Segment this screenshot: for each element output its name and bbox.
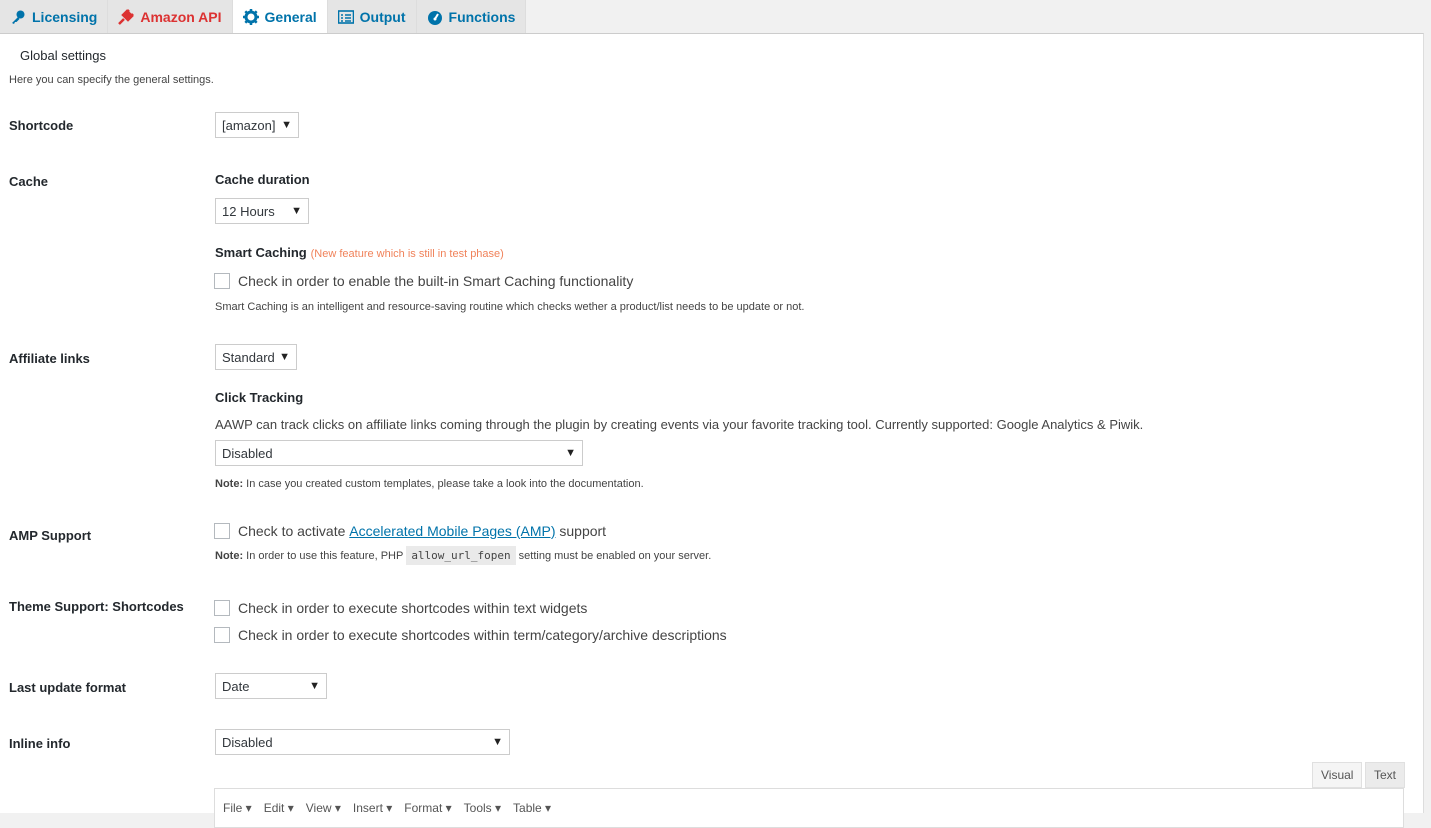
chevron-down-icon: ▼ [565, 447, 576, 459]
click-tracking-label: Click Tracking [215, 390, 304, 405]
affiliate-links-label: Affiliate links [9, 351, 90, 366]
tab-functions[interactable]: Functions [416, 0, 527, 34]
inline-info-select[interactable]: Disabled ▼ [215, 729, 510, 755]
select-value: Standard [222, 349, 275, 365]
list-icon [337, 9, 354, 24]
inline-info-label: Inline info [9, 736, 71, 751]
tab-label: Amazon API [140, 8, 222, 25]
cache-duration-select[interactable]: 12 Hours ▼ [215, 198, 309, 224]
click-tracking-select[interactable]: Disabled ▼ [215, 440, 583, 466]
tab-label: Licensing [32, 8, 98, 25]
widget-shortcodes-checkbox[interactable] [214, 600, 230, 616]
tab-output[interactable]: Output [327, 0, 417, 34]
plug-icon [118, 8, 135, 25]
menu-label: Format [404, 801, 443, 815]
menu-label: View [305, 801, 332, 815]
amp-option: Check to activate Accelerated Mobile Pag… [214, 523, 606, 539]
tab-label: General [264, 8, 317, 25]
menu-label: Edit [263, 801, 285, 815]
tab-label: Functions [448, 8, 516, 25]
amp-note: Note: In order to use this feature, PHP a… [215, 546, 712, 565]
shortcode-label: Shortcode [9, 118, 74, 133]
menu-insert[interactable]: Insert ▾ [353, 801, 392, 815]
smart-caching-label: Smart Caching [215, 245, 307, 260]
menu-file[interactable]: File ▾ [223, 801, 252, 815]
tab-amazon-api[interactable]: Amazon API [108, 0, 233, 34]
chevron-down-icon: ▼ [309, 680, 320, 692]
term-shortcodes-checkbox[interactable] [214, 627, 230, 643]
amp-link[interactable]: Accelerated Mobile Pages (AMP) [349, 523, 555, 539]
tab-label: Output [359, 8, 406, 25]
widget-shortcodes-option: Check in order to execute shortcodes wit… [214, 600, 587, 616]
dashboard-icon [427, 10, 442, 25]
menu-format[interactable]: Format ▾ [404, 801, 451, 815]
editor-menubar: File ▾ Edit ▾ View ▾ Insert ▾ Format ▾ T… [214, 788, 1404, 828]
menu-label: Table [513, 801, 542, 815]
checkbox-label-suffix: support [559, 523, 607, 539]
smart-caching-option: Check in order to enable the built-in Sm… [214, 273, 633, 289]
checkbox-label: Check to activate [238, 523, 346, 539]
affiliate-links-select[interactable]: Standard ▼ [215, 344, 297, 370]
note-text: In order to use this feature, PHP [246, 550, 404, 562]
menu-label: Insert [352, 801, 383, 815]
menu-view[interactable]: View ▾ [306, 801, 341, 815]
chevron-down-icon: ▼ [492, 736, 503, 748]
last-update-label: Last update format [9, 680, 127, 695]
select-value: Date [222, 678, 250, 694]
chevron-down-icon: ▼ [281, 119, 292, 131]
key-icon [12, 10, 25, 24]
editor-text-tab[interactable]: Text [1365, 762, 1406, 788]
editor-visual-tab[interactable]: Visual [1312, 762, 1363, 788]
last-update-select[interactable]: Date ▼ [215, 673, 327, 699]
intro-text: Here you can specify the general setting… [9, 74, 214, 86]
tab-licensing[interactable]: Licensing [0, 0, 109, 34]
note-prefix: Note: [215, 478, 244, 490]
amp-support-label: AMP Support [9, 528, 92, 543]
click-tracking-description: AAWP can track clicks on affiliate links… [215, 417, 1144, 432]
menu-table[interactable]: Table ▾ [513, 801, 551, 815]
chevron-down-icon: ▼ [291, 205, 302, 217]
smart-caching-checkbox[interactable] [214, 273, 230, 289]
note-prefix: Note: [215, 550, 244, 562]
gear-icon [242, 8, 259, 25]
theme-support-label: Theme Support: Shortcodes [9, 599, 184, 614]
term-shortcodes-option: Check in order to execute shortcodes wit… [214, 627, 727, 643]
note-text: In case you created custom templates, pl… [246, 478, 644, 490]
note-text-suffix: setting must be enabled on your server. [518, 550, 712, 562]
menu-label: File [223, 801, 243, 815]
smart-caching-description: Smart Caching is an intelligent and reso… [215, 301, 805, 313]
chevron-down-icon: ▼ [279, 351, 290, 363]
menu-edit[interactable]: Edit ▾ [264, 801, 294, 815]
php-setting-code: allow_url_fopen [406, 546, 516, 565]
select-value: Disabled [222, 734, 273, 750]
settings-tabs: Licensing Amazon API General Output Func… [0, 0, 527, 34]
tab-general[interactable]: General [232, 0, 328, 34]
menu-label: Tools [463, 801, 492, 815]
menu-tools[interactable]: Tools ▾ [464, 801, 501, 815]
test-phase-note: (New feature which is still in test phas… [310, 248, 504, 260]
select-value: 12 Hours [222, 203, 275, 219]
checkbox-label: Check in order to execute shortcodes wit… [238, 600, 588, 616]
cache-label: Cache [9, 174, 49, 189]
shortcode-select[interactable]: [amazon] ▼ [215, 112, 299, 138]
smart-caching-heading: Smart Caching (New feature which is stil… [215, 244, 504, 260]
select-value: [amazon] [222, 117, 276, 133]
templates-note: Note: In case you created custom templat… [215, 478, 644, 490]
section-title: Global settings [20, 48, 106, 63]
cache-duration-label: Cache duration [215, 172, 310, 187]
checkbox-label: Check in order to execute shortcodes wit… [238, 627, 727, 643]
select-value: Disabled [222, 445, 273, 461]
amp-checkbox[interactable] [214, 523, 230, 539]
checkbox-label: Check in order to enable the built-in Sm… [238, 273, 634, 289]
